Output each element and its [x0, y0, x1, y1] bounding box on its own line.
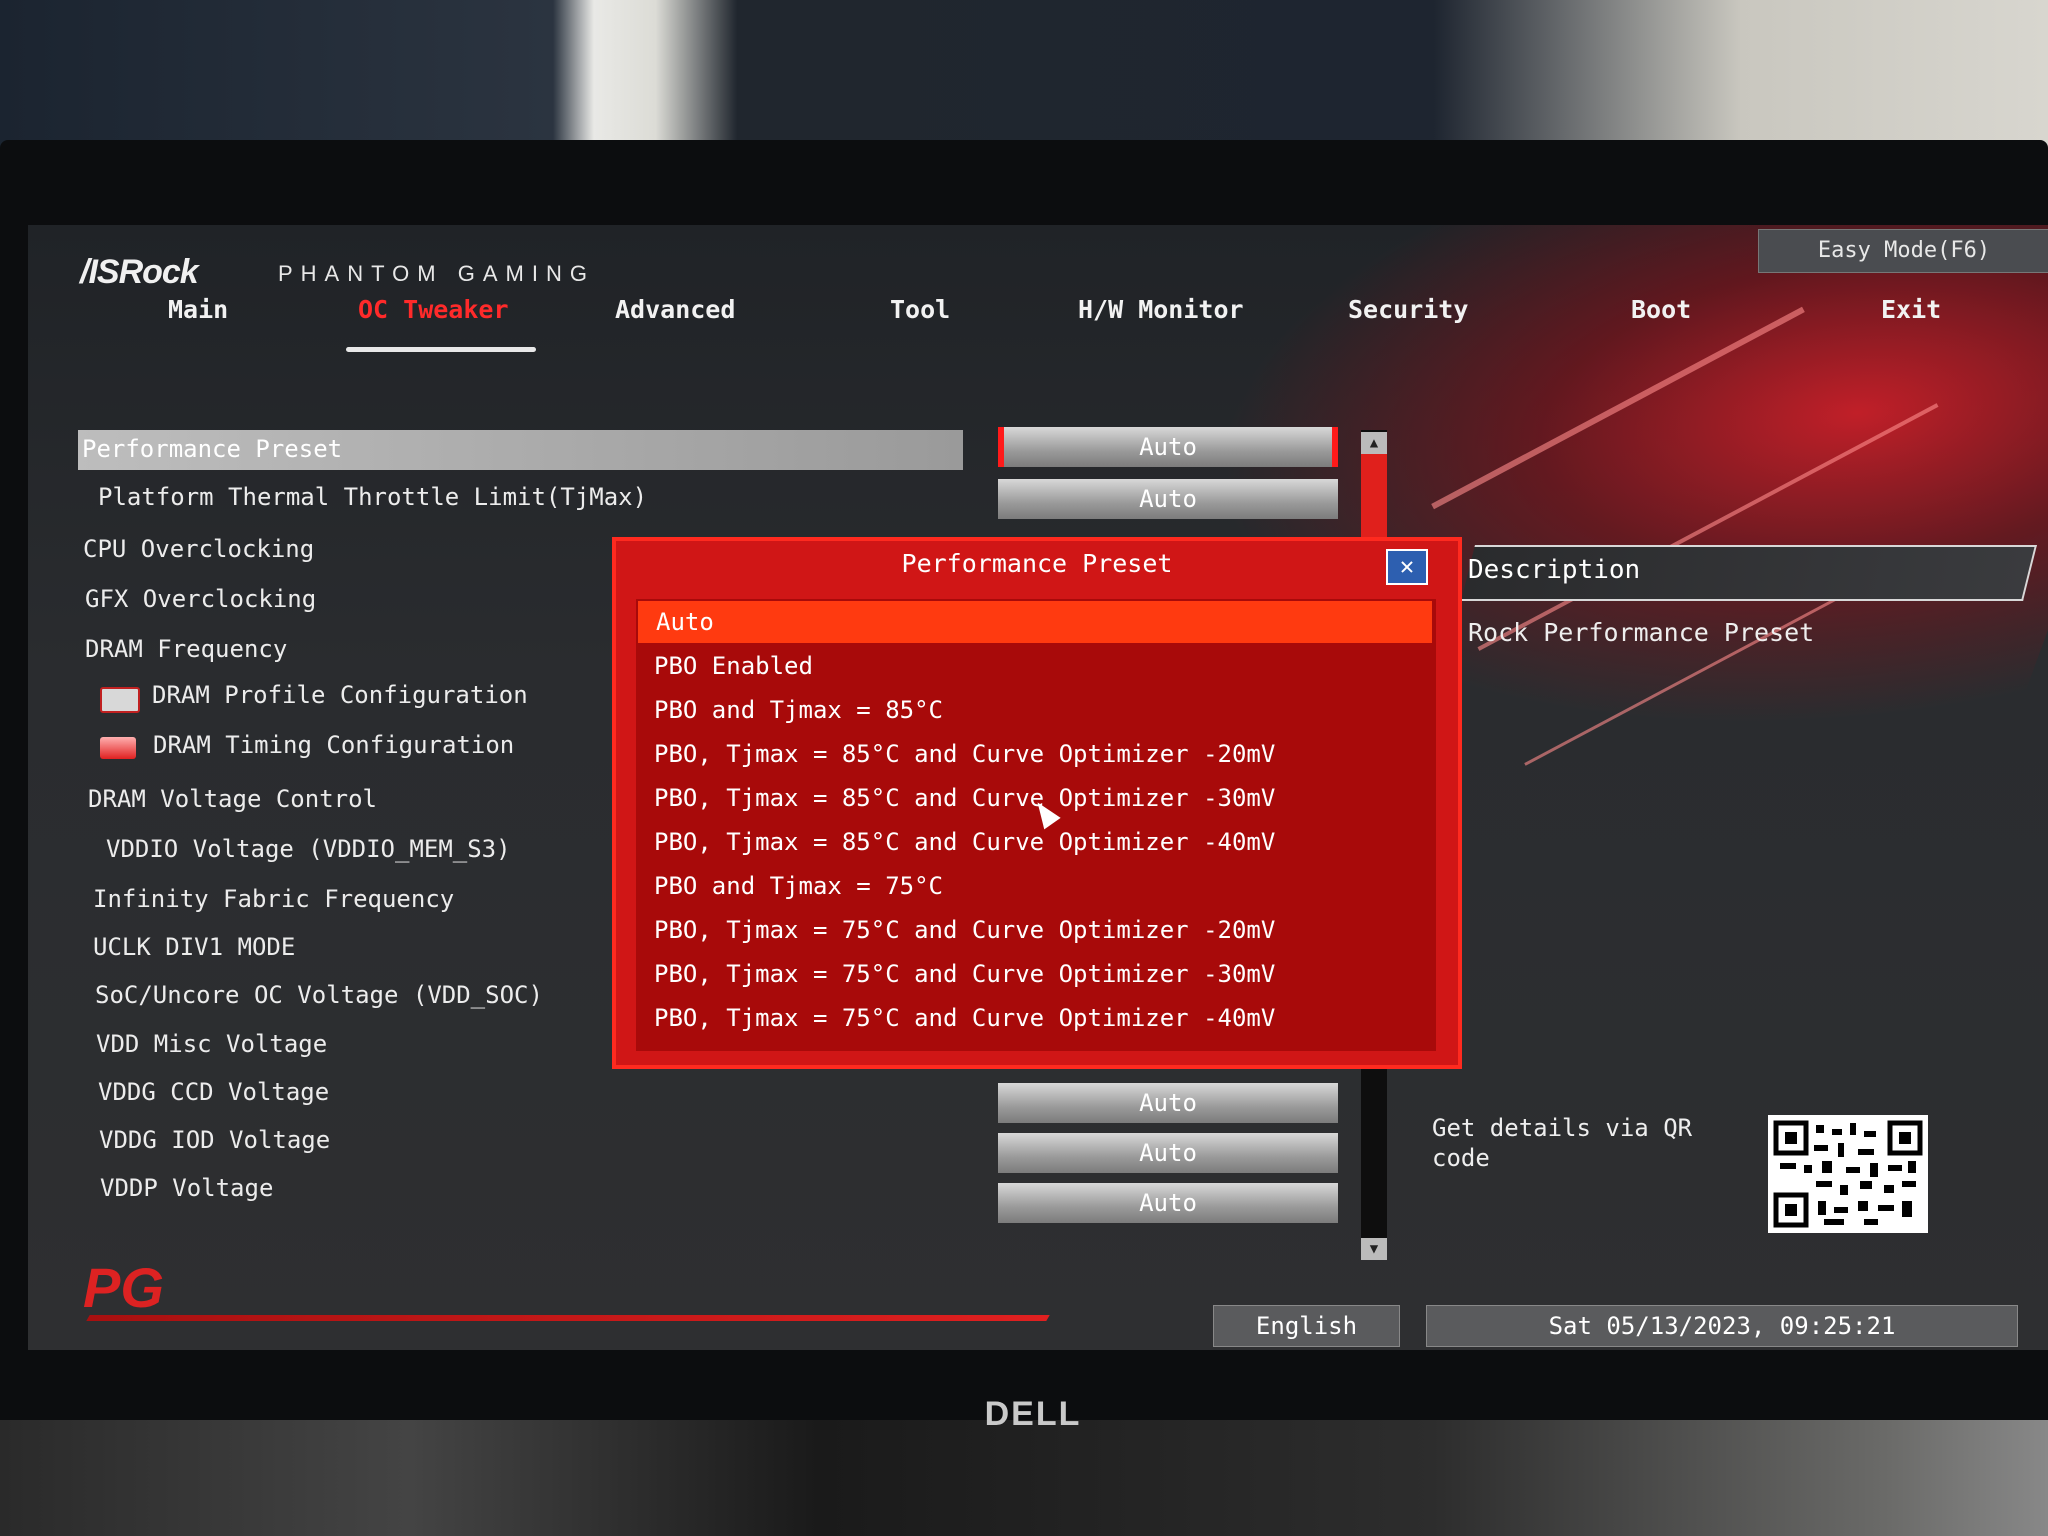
menu-item-cpu-overclocking[interactable]: CPU Overclocking: [83, 535, 314, 563]
description-text: Rock Performance Preset: [1468, 618, 1815, 647]
option-pbo-75-co-30[interactable]: PBO, Tjmax = 75°C and Curve Optimizer -3…: [636, 953, 1436, 995]
footer-accent-line: [86, 1315, 1050, 1321]
qr-caption: Get details via QR code: [1432, 1114, 1693, 1172]
folder-icon: [100, 737, 136, 759]
popup-option-list: Auto PBO Enabled PBO and Tjmax = 85°C PB…: [636, 599, 1436, 1051]
tab-security[interactable]: Security: [1348, 295, 1468, 324]
language-button[interactable]: English: [1213, 1305, 1400, 1347]
close-icon[interactable]: ✕: [1386, 549, 1428, 585]
tab-hw-monitor[interactable]: H/W Monitor: [1078, 295, 1244, 324]
menu-item-tjmax[interactable]: Platform Thermal Throttle Limit(TjMax): [98, 483, 647, 511]
option-pbo-85-co-40[interactable]: PBO, Tjmax = 85°C and Curve Optimizer -4…: [636, 821, 1436, 863]
menu-item-vddg-ccd[interactable]: VDDG CCD Voltage: [98, 1078, 329, 1106]
vddg-ccd-value[interactable]: Auto: [998, 1083, 1338, 1123]
tab-boot[interactable]: Boot: [1631, 295, 1691, 324]
tab-main[interactable]: Main: [168, 295, 228, 324]
scrollbar-thumb[interactable]: [1361, 453, 1387, 543]
room-background-top: [0, 0, 2048, 160]
option-pbo-75-co-40[interactable]: PBO, Tjmax = 75°C and Curve Optimizer -4…: [636, 997, 1436, 1039]
popup-title: Performance Preset: [901, 549, 1173, 578]
easy-mode-button[interactable]: Easy Mode(F6): [1758, 229, 2048, 273]
scroll-up-arrow-icon[interactable]: ▲: [1361, 432, 1387, 454]
brand-logo: /ISRock: [80, 253, 199, 291]
option-pbo-tjmax-85[interactable]: PBO and Tjmax = 85°C: [636, 689, 1436, 731]
tjmax-value[interactable]: Auto: [998, 479, 1338, 519]
description-title: Description: [1468, 555, 1641, 585]
menu-item-vddp[interactable]: VDDP Voltage: [100, 1174, 273, 1202]
vddp-value[interactable]: Auto: [998, 1183, 1338, 1223]
option-pbo-75-co-20[interactable]: PBO, Tjmax = 75°C and Curve Optimizer -2…: [636, 909, 1436, 951]
active-tab-indicator: [346, 347, 536, 352]
room-background-bottom: [0, 1420, 2048, 1536]
menu-item-vdd-misc[interactable]: VDD Misc Voltage: [96, 1030, 327, 1058]
option-pbo-tjmax-75[interactable]: PBO and Tjmax = 75°C: [636, 865, 1436, 907]
qr-code: [1768, 1115, 1928, 1233]
menu-item-dram-profile[interactable]: DRAM Profile Configuration: [152, 681, 528, 709]
menu-item-infinity-fabric[interactable]: Infinity Fabric Frequency: [93, 885, 454, 913]
vddg-iod-value[interactable]: Auto: [998, 1133, 1338, 1173]
brand-subtitle: PHANTOM GAMING: [278, 261, 595, 286]
dram-profile-icon: [100, 687, 140, 713]
tab-advanced[interactable]: Advanced: [615, 295, 735, 324]
option-auto[interactable]: Auto: [638, 601, 1432, 643]
datetime-display: Sat 05/13/2023, 09:25:21: [1426, 1305, 2018, 1347]
menu-item-gfx-overclocking[interactable]: GFX Overclocking: [85, 585, 316, 613]
tab-tool[interactable]: Tool: [890, 295, 950, 324]
menu-item-dram-frequency[interactable]: DRAM Frequency: [85, 635, 287, 663]
option-pbo-enabled[interactable]: PBO Enabled: [636, 645, 1436, 687]
tab-exit[interactable]: Exit: [1881, 295, 1941, 324]
performance-preset-value[interactable]: Auto: [998, 427, 1338, 467]
menu-item-vddio-voltage[interactable]: VDDIO Voltage (VDDIO_MEM_S3): [106, 835, 511, 863]
menu-item-soc-voltage[interactable]: SoC/Uncore OC Voltage (VDD_SOC): [95, 981, 543, 1009]
scroll-down-arrow-icon[interactable]: ▼: [1361, 1238, 1387, 1260]
menu-item-vddg-iod[interactable]: VDDG IOD Voltage: [99, 1126, 330, 1154]
tab-oc-tweaker[interactable]: OC Tweaker: [358, 295, 509, 324]
option-pbo-85-co-20[interactable]: PBO, Tjmax = 85°C and Curve Optimizer -2…: [636, 733, 1436, 775]
menu-item-performance-preset[interactable]: Performance Preset: [82, 435, 342, 463]
menu-item-dram-timing[interactable]: DRAM Timing Configuration: [153, 731, 514, 759]
menu-item-uclk-div1[interactable]: UCLK DIV1 MODE: [93, 933, 295, 961]
menu-item-dram-voltage-control[interactable]: DRAM Voltage Control: [88, 785, 377, 813]
monitor-brand-logo: DELL: [984, 1395, 1082, 1433]
